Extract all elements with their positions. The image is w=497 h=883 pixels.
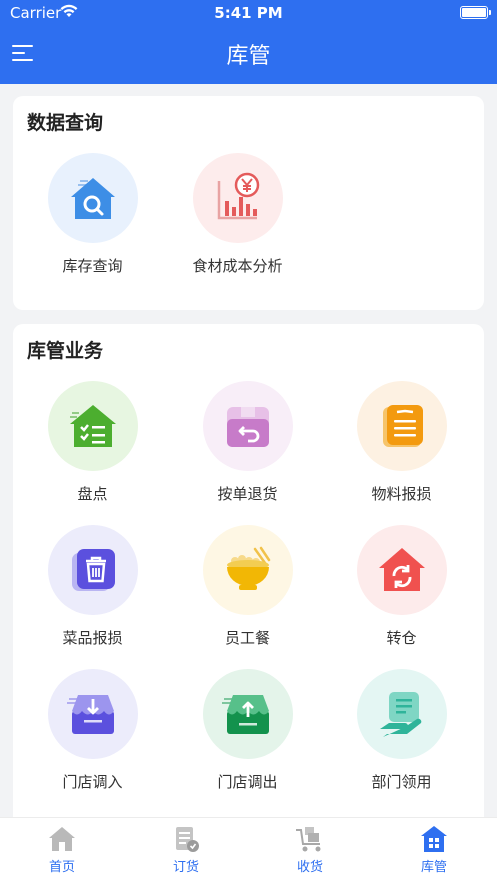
receive-cart-icon <box>296 827 321 852</box>
trash-icon <box>47 525 138 615</box>
order-icon <box>176 827 199 852</box>
tab-label: 首页 <box>48 860 75 875</box>
item-label: 员工餐 <box>224 629 270 647</box>
cost-chart-icon <box>192 153 283 243</box>
tab-label: 收货 <box>296 860 323 875</box>
house-search-icon <box>47 153 138 243</box>
meal-bowl-icon <box>202 525 293 615</box>
material-report-icon <box>356 381 447 471</box>
status-time: 5:41 PM <box>214 4 283 22</box>
material-loss-button[interactable]: 物料报损 <box>324 381 479 504</box>
item-label: 菜品报损 <box>62 629 123 647</box>
battery-icon <box>460 6 491 19</box>
status-bar: Carrier 5:41 PM <box>0 0 497 26</box>
warehouse-transfer-button[interactable]: 转仓 <box>324 525 479 648</box>
dept-collect-icon <box>356 669 447 759</box>
transfer-house-icon <box>356 525 447 615</box>
store-in-icon <box>47 669 138 759</box>
home-icon <box>49 827 75 851</box>
department-collect-button[interactable]: 部门领用 <box>324 669 479 792</box>
tab-order[interactable]: 订货 <box>124 824 248 875</box>
store-out-icon <box>202 669 293 759</box>
item-label: 门店调出 <box>217 773 278 791</box>
item-label: 库存查询 <box>62 257 123 275</box>
item-label: 物料报损 <box>371 485 432 503</box>
item-label: 食材成本分析 <box>192 257 283 275</box>
page-title: 库管 <box>226 44 271 69</box>
return-by-order-button[interactable]: 按单退货 <box>170 381 325 504</box>
food-cost-analysis-button[interactable]: 食材成本分析 <box>160 153 315 276</box>
inventory-query-button[interactable]: 库存查询 <box>15 153 170 276</box>
data-query-card: 数据查询 库存查询 食材成本分析 <box>13 96 484 310</box>
tab-warehouse[interactable]: 库管 <box>372 824 496 875</box>
app-header: Carrier 5:41 PM 库管 <box>0 0 497 84</box>
dish-loss-button[interactable]: 菜品报损 <box>15 525 170 648</box>
warehouse-icon <box>421 826 447 852</box>
inventory-ops-card: 库管业务 盘点 按单退货 物料报损 菜品报损 员工餐 转仓 门店调入 门店调出 … <box>13 324 484 844</box>
item-label: 转仓 <box>386 629 417 647</box>
store-transfer-in-button[interactable]: 门店调入 <box>15 669 170 792</box>
tab-label: 订货 <box>172 860 199 875</box>
staff-meal-button[interactable]: 员工餐 <box>170 525 325 648</box>
section-title: 库管业务 <box>27 340 104 362</box>
item-label: 盘点 <box>77 485 108 503</box>
tab-home[interactable]: 首页 <box>0 824 124 875</box>
item-label: 按单退货 <box>217 485 278 503</box>
store-transfer-out-button[interactable]: 门店调出 <box>170 669 325 792</box>
item-label: 门店调入 <box>62 773 123 791</box>
tab-bar: 首页 订货 收货 库管 <box>0 817 497 883</box>
checklist-house-icon <box>47 381 138 471</box>
section-title: 数据查询 <box>27 112 104 134</box>
tab-label: 库管 <box>420 860 447 875</box>
tab-receive[interactable]: 收货 <box>248 824 372 875</box>
stocktake-button[interactable]: 盘点 <box>15 381 170 504</box>
item-label: 部门领用 <box>371 773 432 791</box>
return-box-icon <box>202 381 293 471</box>
